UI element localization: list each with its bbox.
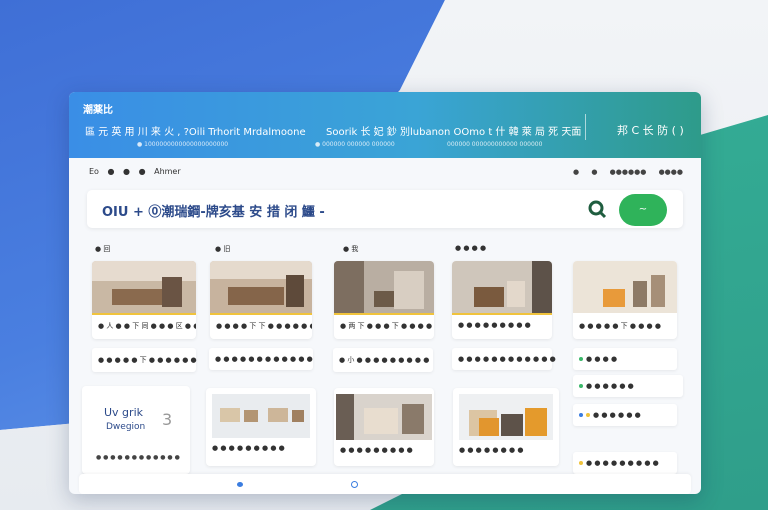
page-indicator-dot[interactable] <box>237 482 243 487</box>
product-card[interactable]: ● 两 下 ● ● ● 下 ● ● ● ● ● <box>334 261 434 339</box>
design-card-subtitle: Dwegion <box>106 422 146 432</box>
search-input[interactable]: OIU + ⓪潮瑞鋼-牌亥基 安 措 闭 鱷 - <box>102 201 325 220</box>
card-accent-strip <box>92 313 196 315</box>
search-icon[interactable] <box>587 199 607 219</box>
pill-text: ● ● ● ● ● ● <box>586 382 634 390</box>
card-caption: ● ● ● ● ● 下 ● ● ● ● <box>579 322 661 330</box>
card-accent-strip <box>452 313 552 315</box>
pill-text: ● ● ● ● ● ● ● ● ● <box>586 459 659 467</box>
card-caption: ● ● ● ● ● ● ● ● ● <box>340 446 413 454</box>
product-card[interactable]: ● ● ● ● 下 下 ● ● ● ● ● ● <box>210 261 312 339</box>
toolbar-item[interactable]: Eo <box>89 167 99 176</box>
info-pill[interactable]: ● ● ● ● ● 下 ● ● ● ● ● ● <box>92 348 197 372</box>
header-banner: 潮薬比 區 元 英 用 川 来 火 , ?Oili Trhorit Mrdalm… <box>69 92 701 158</box>
pill-text: ● ● ● ● ● ● ● ● ● ● ● ● <box>215 355 313 363</box>
product-image <box>334 261 434 313</box>
product-card[interactable]: ● 人 ● ● 下 同 ● ● ● 区 ● ● <box>92 261 196 339</box>
product-card[interactable]: ● ● ● ● ● ● ● ● ● <box>206 388 316 466</box>
pill-text: ● ● ● ● ● ● <box>593 411 641 419</box>
pill-text: ● ● ● ● <box>586 355 618 363</box>
card-label: ● ● ● ● <box>455 244 487 252</box>
card-caption: ● 人 ● ● 下 同 ● ● ● 区 ● ● <box>98 322 196 330</box>
info-pill[interactable]: ● ● ● ● ● ● ● ● ● ● ● ● <box>452 348 556 370</box>
status-dot <box>586 413 590 417</box>
card-caption: ● ● ● ● ● ● ● ● <box>459 446 524 454</box>
side-pill[interactable]: ● ● ● ● ● ● ● ● ● <box>573 452 677 474</box>
toolbar-right-item[interactable]: ● <box>591 168 597 176</box>
product-image <box>459 394 553 440</box>
toolbar-right-item[interactable]: ●●●●●● <box>610 168 647 176</box>
toolbar-left: Eo ● ● ● Ahmer <box>89 167 187 176</box>
product-card[interactable]: ● ● ● ● ● 下 ● ● ● ● <box>573 261 677 339</box>
card-accent-strip <box>573 313 677 315</box>
product-image <box>452 261 552 313</box>
design-card[interactable]: Uv grik Dwegion 3 ● ● ● ● ● ● ● ● ● ● ● … <box>82 386 190 474</box>
card-accent-strip <box>334 313 434 315</box>
toolbar-item[interactable]: Ahmer <box>154 167 181 176</box>
status-dot <box>579 413 583 417</box>
info-pill[interactable]: ● ● ● ● <box>573 348 677 370</box>
product-card[interactable]: ● ● ● ● ● ● ● ● ● <box>452 261 552 339</box>
toolbar: Eo ● ● ● Ahmer ● ● ●●●●●● ●●●● <box>69 158 701 186</box>
side-pill[interactable]: ● ● ● ● ● ● <box>573 404 677 426</box>
chat-button[interactable]: ~ <box>619 194 667 226</box>
header-subtitle-mid: Soorik 长 妃 鈔 別lubanon OOmo t 什 韓 萊 局 死 天… <box>326 127 582 138</box>
pill-text: ● 小 ● ● ● ● ● ● ● ● ● <box>339 356 430 364</box>
product-card[interactable]: ● ● ● ● ● ● ● ● <box>453 388 559 466</box>
design-card-caption: ● ● ● ● ● ● ● ● ● ● ● ● <box>96 454 180 461</box>
header-meta-left: ● 1000000000000000000000 <box>137 141 229 148</box>
status-dot <box>579 357 583 361</box>
toolbar-right-item[interactable]: ●●●● <box>659 168 683 176</box>
app-title: 潮薬比 <box>83 105 113 116</box>
pill-text: ● ● ● ● ● ● ● ● ● ● ● ● <box>458 355 556 363</box>
card-label: ● 回 <box>95 245 111 253</box>
header-meta-mid: ● 000000 000000 000000 <box>315 141 395 148</box>
product-card[interactable]: ● ● ● ● ● ● ● ● ● <box>334 388 434 466</box>
info-pill[interactable]: ● 小 ● ● ● ● ● ● ● ● ● <box>333 348 433 372</box>
pill-text: ● ● ● ● ● 下 ● ● ● ● ● ● <box>98 356 197 364</box>
status-dot <box>579 461 583 465</box>
toolbar-right-item[interactable]: ● <box>573 168 579 176</box>
header-divider <box>585 114 586 140</box>
page-indicator-ring[interactable] <box>351 481 358 488</box>
design-card-title: Uv grik <box>104 406 143 419</box>
product-image <box>212 394 310 438</box>
toolbar-item[interactable]: ● <box>123 167 130 176</box>
card-accent-strip <box>210 313 312 315</box>
toolbar-item[interactable]: ● <box>139 167 146 176</box>
card-caption: ● ● ● ● ● ● ● ● ● <box>458 321 531 329</box>
toolbar-right: ● ● ●●●●●● ●●●● <box>563 168 683 176</box>
product-image <box>210 261 312 313</box>
product-image <box>92 261 196 313</box>
card-label: ● 旧 <box>215 245 231 253</box>
product-image <box>336 394 432 440</box>
app-window: 潮薬比 區 元 英 用 川 来 火 , ?Oili Trhorit Mrdalm… <box>69 92 701 494</box>
card-caption: ● ● ● ● ● ● ● ● ● <box>212 444 285 452</box>
info-pill[interactable]: ● ● ● ● ● ● ● ● ● ● ● ● <box>209 348 313 370</box>
design-card-number: 3 <box>162 410 173 429</box>
header-meta-right: 000000 000000000000 000000 <box>447 141 543 148</box>
product-image <box>573 261 677 313</box>
search-bar[interactable]: OIU + ⓪潮瑞鋼-牌亥基 安 措 闭 鱷 - ~ <box>87 190 683 228</box>
header-subtitle-left: 區 元 英 用 川 来 火 , ?Oili Trhorit Mrdalmoone <box>85 127 306 138</box>
header-right-label[interactable]: 邦 C 长 防 ( ) <box>617 122 684 138</box>
status-dot <box>579 384 583 388</box>
toolbar-item[interactable]: ● <box>108 167 115 176</box>
card-caption: ● 两 下 ● ● ● 下 ● ● ● ● ● <box>340 322 434 330</box>
card-caption: ● ● ● ● 下 下 ● ● ● ● ● ● <box>216 322 312 330</box>
card-label: ● 我 <box>343 245 359 253</box>
bottom-bar <box>79 474 691 494</box>
side-pill[interactable]: ● ● ● ● ● ● <box>573 375 683 397</box>
